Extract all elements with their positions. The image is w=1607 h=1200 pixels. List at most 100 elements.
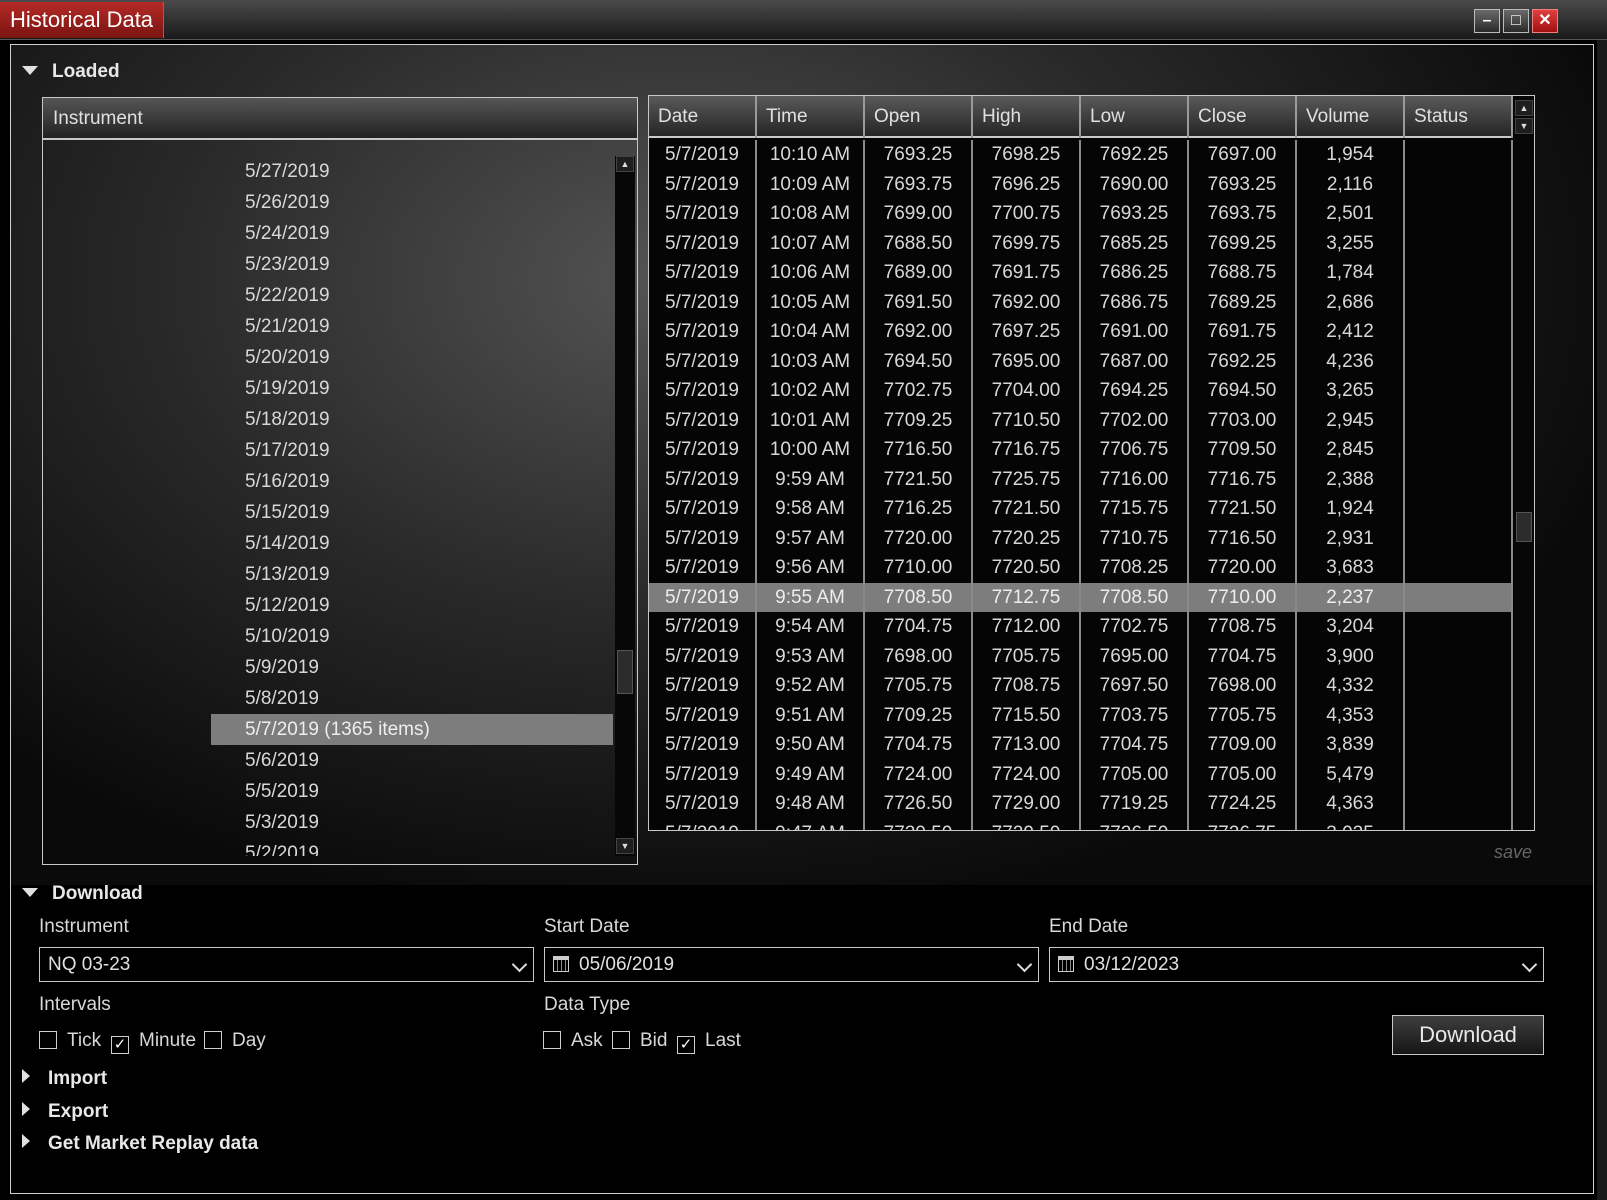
table-row[interactable]: 5/7/2019 10:07 AM 7688.50 7699.75 7685.25 769…: [649, 228, 1513, 258]
column-header-open[interactable]: Open: [865, 96, 973, 138]
table-row[interactable]: 5/7/2019 10:01 AM 7709.25 7710.50 7702.00 770…: [649, 405, 1513, 435]
table-row[interactable]: 5/7/2019 10:00 AM 7716.50 7716.75 7706.75 770…: [649, 435, 1513, 465]
table-cell-open: 7726.50: [865, 789, 973, 819]
close-button[interactable]: ✕: [1532, 9, 1558, 33]
checkbox-icon[interactable]: [204, 1031, 222, 1049]
instrument-list-item[interactable]: 5/6/2019: [43, 745, 613, 776]
table-row[interactable]: 5/7/2019 9:56 AM 7710.00 7720.50 7708.25 7720…: [649, 553, 1513, 583]
table-row[interactable]: 5/7/2019 9:51 AM 7709.25 7715.50 7703.75 7705…: [649, 700, 1513, 730]
download-button[interactable]: Download: [1392, 1015, 1544, 1055]
column-header-time[interactable]: Time: [757, 96, 865, 138]
column-header-status[interactable]: Status: [1405, 96, 1513, 138]
import-section-header[interactable]: Import: [22, 1068, 107, 1090]
instrument-scrollbar[interactable]: ▲ ▼: [615, 156, 635, 856]
save-link[interactable]: save: [1494, 842, 1532, 863]
table-cell-date: 5/7/2019: [649, 169, 757, 199]
table-cell-close: 7692.25: [1189, 346, 1297, 376]
export-section-header[interactable]: Export: [22, 1101, 108, 1123]
instrument-list-item[interactable]: 5/20/2019: [43, 342, 613, 373]
table-row[interactable]: 5/7/2019 9:50 AM 7704.75 7713.00 7704.75 7709…: [649, 730, 1513, 760]
scroll-thumb[interactable]: [617, 650, 633, 694]
start-date-picker[interactable]: 05/06/2019: [544, 947, 1039, 982]
checkbox-icon[interactable]: [39, 1031, 57, 1049]
column-header-high[interactable]: High: [973, 96, 1081, 138]
instrument-list-item[interactable]: 5/18/2019: [43, 404, 613, 435]
table-row[interactable]: 5/7/2019 9:48 AM 7726.50 7729.00 7719.25 7724…: [649, 789, 1513, 819]
table-row[interactable]: 5/7/2019 10:04 AM 7692.00 7697.25 7691.00 769…: [649, 317, 1513, 347]
datatype-last-checkbox[interactable]: ✓ Last: [677, 1030, 741, 1054]
instrument-list-item[interactable]: 5/26/2019: [43, 187, 613, 218]
table-cell-volume: 4,332: [1297, 671, 1405, 701]
maximize-button[interactable]: □: [1503, 9, 1529, 33]
column-header-low[interactable]: Low: [1081, 96, 1189, 138]
interval-day-checkbox[interactable]: Day: [204, 1030, 266, 1052]
table-row[interactable]: 5/7/2019 9:59 AM 7721.50 7725.75 7716.00 7716…: [649, 464, 1513, 494]
instrument-list-item[interactable]: 5/10/2019: [43, 621, 613, 652]
checkbox-icon[interactable]: ✓: [677, 1036, 695, 1054]
table-row[interactable]: 5/7/2019 9:58 AM 7716.25 7721.50 7715.75 7721…: [649, 494, 1513, 524]
instrument-list-item[interactable]: 5/23/2019: [43, 249, 613, 280]
scroll-down-icon[interactable]: ▼: [1515, 118, 1533, 134]
chevron-down-icon[interactable]: [1016, 956, 1033, 973]
grid-scrollbar[interactable]: ▲ ▼: [1514, 96, 1534, 830]
instrument-list-item[interactable]: 5/21/2019: [43, 311, 613, 342]
instrument-list-item[interactable]: 5/13/2019: [43, 559, 613, 590]
table-row[interactable]: 5/7/2019 10:09 AM 7693.75 7696.25 7690.00 769…: [649, 169, 1513, 199]
instrument-list-item[interactable]: 5/7/2019 (1365 items): [211, 714, 613, 745]
scroll-down-icon[interactable]: ▼: [616, 838, 634, 854]
instrument-list-item[interactable]: 5/12/2019: [43, 590, 613, 621]
instrument-list-item[interactable]: 5/3/2019: [43, 807, 613, 838]
instrument-list-item[interactable]: 5/9/2019: [43, 652, 613, 683]
chevron-down-icon[interactable]: [511, 956, 528, 973]
interval-tick-checkbox[interactable]: Tick: [39, 1030, 101, 1052]
table-cell-volume: 1,924: [1297, 494, 1405, 524]
instrument-list-item[interactable]: 5/2/2019: [43, 838, 613, 856]
checkbox-icon[interactable]: [612, 1031, 630, 1049]
interval-minute-checkbox[interactable]: ✓ Minute: [111, 1030, 196, 1054]
instrument-select[interactable]: NQ 03-23: [39, 947, 534, 982]
chevron-down-icon[interactable]: [1521, 956, 1538, 973]
column-header-close[interactable]: Close: [1189, 96, 1297, 138]
checkbox-icon[interactable]: ✓: [111, 1036, 129, 1054]
instrument-list-item[interactable]: 5/16/2019: [43, 466, 613, 497]
instrument-list-item[interactable]: 5/5/2019: [43, 776, 613, 807]
table-row[interactable]: 5/7/2019 10:02 AM 7702.75 7704.00 7694.25 769…: [649, 376, 1513, 406]
instrument-list-item[interactable]: 5/22/2019: [43, 280, 613, 311]
scroll-up-icon[interactable]: ▲: [616, 156, 634, 172]
market-replay-section-header[interactable]: Get Market Replay data: [22, 1133, 258, 1155]
instrument-list-item[interactable]: 5/27/2019: [43, 156, 613, 187]
table-row[interactable]: 5/7/2019 10:05 AM 7691.50 7692.00 7686.75 768…: [649, 287, 1513, 317]
table-row[interactable]: 5/7/2019 9:49 AM 7724.00 7724.00 7705.00 7705…: [649, 759, 1513, 789]
table-row[interactable]: 5/7/2019 10:08 AM 7699.00 7700.75 7693.25 769…: [649, 199, 1513, 229]
instrument-list-item[interactable]: 5/8/2019: [43, 683, 613, 714]
scroll-up-icon[interactable]: ▲: [1515, 100, 1533, 116]
column-header-date[interactable]: Date: [649, 96, 757, 138]
table-row[interactable]: 5/7/20199:47 AM7729.507729.507726.507726…: [649, 818, 1513, 830]
table-cell-high: 7721.50: [973, 494, 1081, 524]
instrument-list-item[interactable]: 5/14/2019: [43, 528, 613, 559]
table-row[interactable]: 5/7/2019 9:53 AM 7698.00 7705.75 7695.00 7704…: [649, 641, 1513, 671]
table-row[interactable]: 5/7/2019 9:55 AM 7708.50 7712.75 7708.50 7710…: [649, 582, 1513, 612]
end-date-picker[interactable]: 03/12/2023: [1049, 947, 1544, 982]
download-section-header[interactable]: Download: [22, 883, 143, 905]
instrument-column-header[interactable]: Instrument: [43, 98, 637, 140]
instrument-list-item[interactable]: 5/24/2019: [43, 218, 613, 249]
scroll-thumb[interactable]: [1516, 512, 1532, 542]
table-row[interactable]: 5/7/2019 10:10 AM 7693.25 7698.25 7692.25 769…: [649, 140, 1513, 170]
instrument-list-item[interactable]: 5/15/2019: [43, 497, 613, 528]
window-resize-edge[interactable]: [1597, 40, 1607, 1200]
loaded-section-header[interactable]: Loaded: [22, 61, 120, 83]
minimize-button[interactable]: –: [1474, 9, 1500, 33]
instrument-list-item[interactable]: 5/19/2019: [43, 373, 613, 404]
table-row[interactable]: 5/7/2019 9:52 AM 7705.75 7708.75 7697.50 7698…: [649, 671, 1513, 701]
instrument-list-item[interactable]: 5/17/2019: [43, 435, 613, 466]
checkbox-icon[interactable]: [543, 1031, 561, 1049]
table-row[interactable]: 5/7/2019 9:57 AM 7720.00 7720.25 7710.75 7716…: [649, 523, 1513, 553]
datatype-ask-checkbox[interactable]: Ask: [543, 1030, 603, 1052]
datatype-bid-checkbox[interactable]: Bid: [612, 1030, 667, 1052]
table-row[interactable]: 5/7/2019 10:03 AM 7694.50 7695.00 7687.00 769…: [649, 346, 1513, 376]
table-row[interactable]: 5/7/2019 10:06 AM 7689.00 7691.75 7686.25 768…: [649, 258, 1513, 288]
table-row[interactable]: 5/7/2019 9:54 AM 7704.75 7712.00 7702.75 7708…: [649, 612, 1513, 642]
column-header-volume[interactable]: Volume: [1297, 96, 1405, 138]
title-bar[interactable]: Historical Data – □ ✕: [0, 0, 1607, 40]
